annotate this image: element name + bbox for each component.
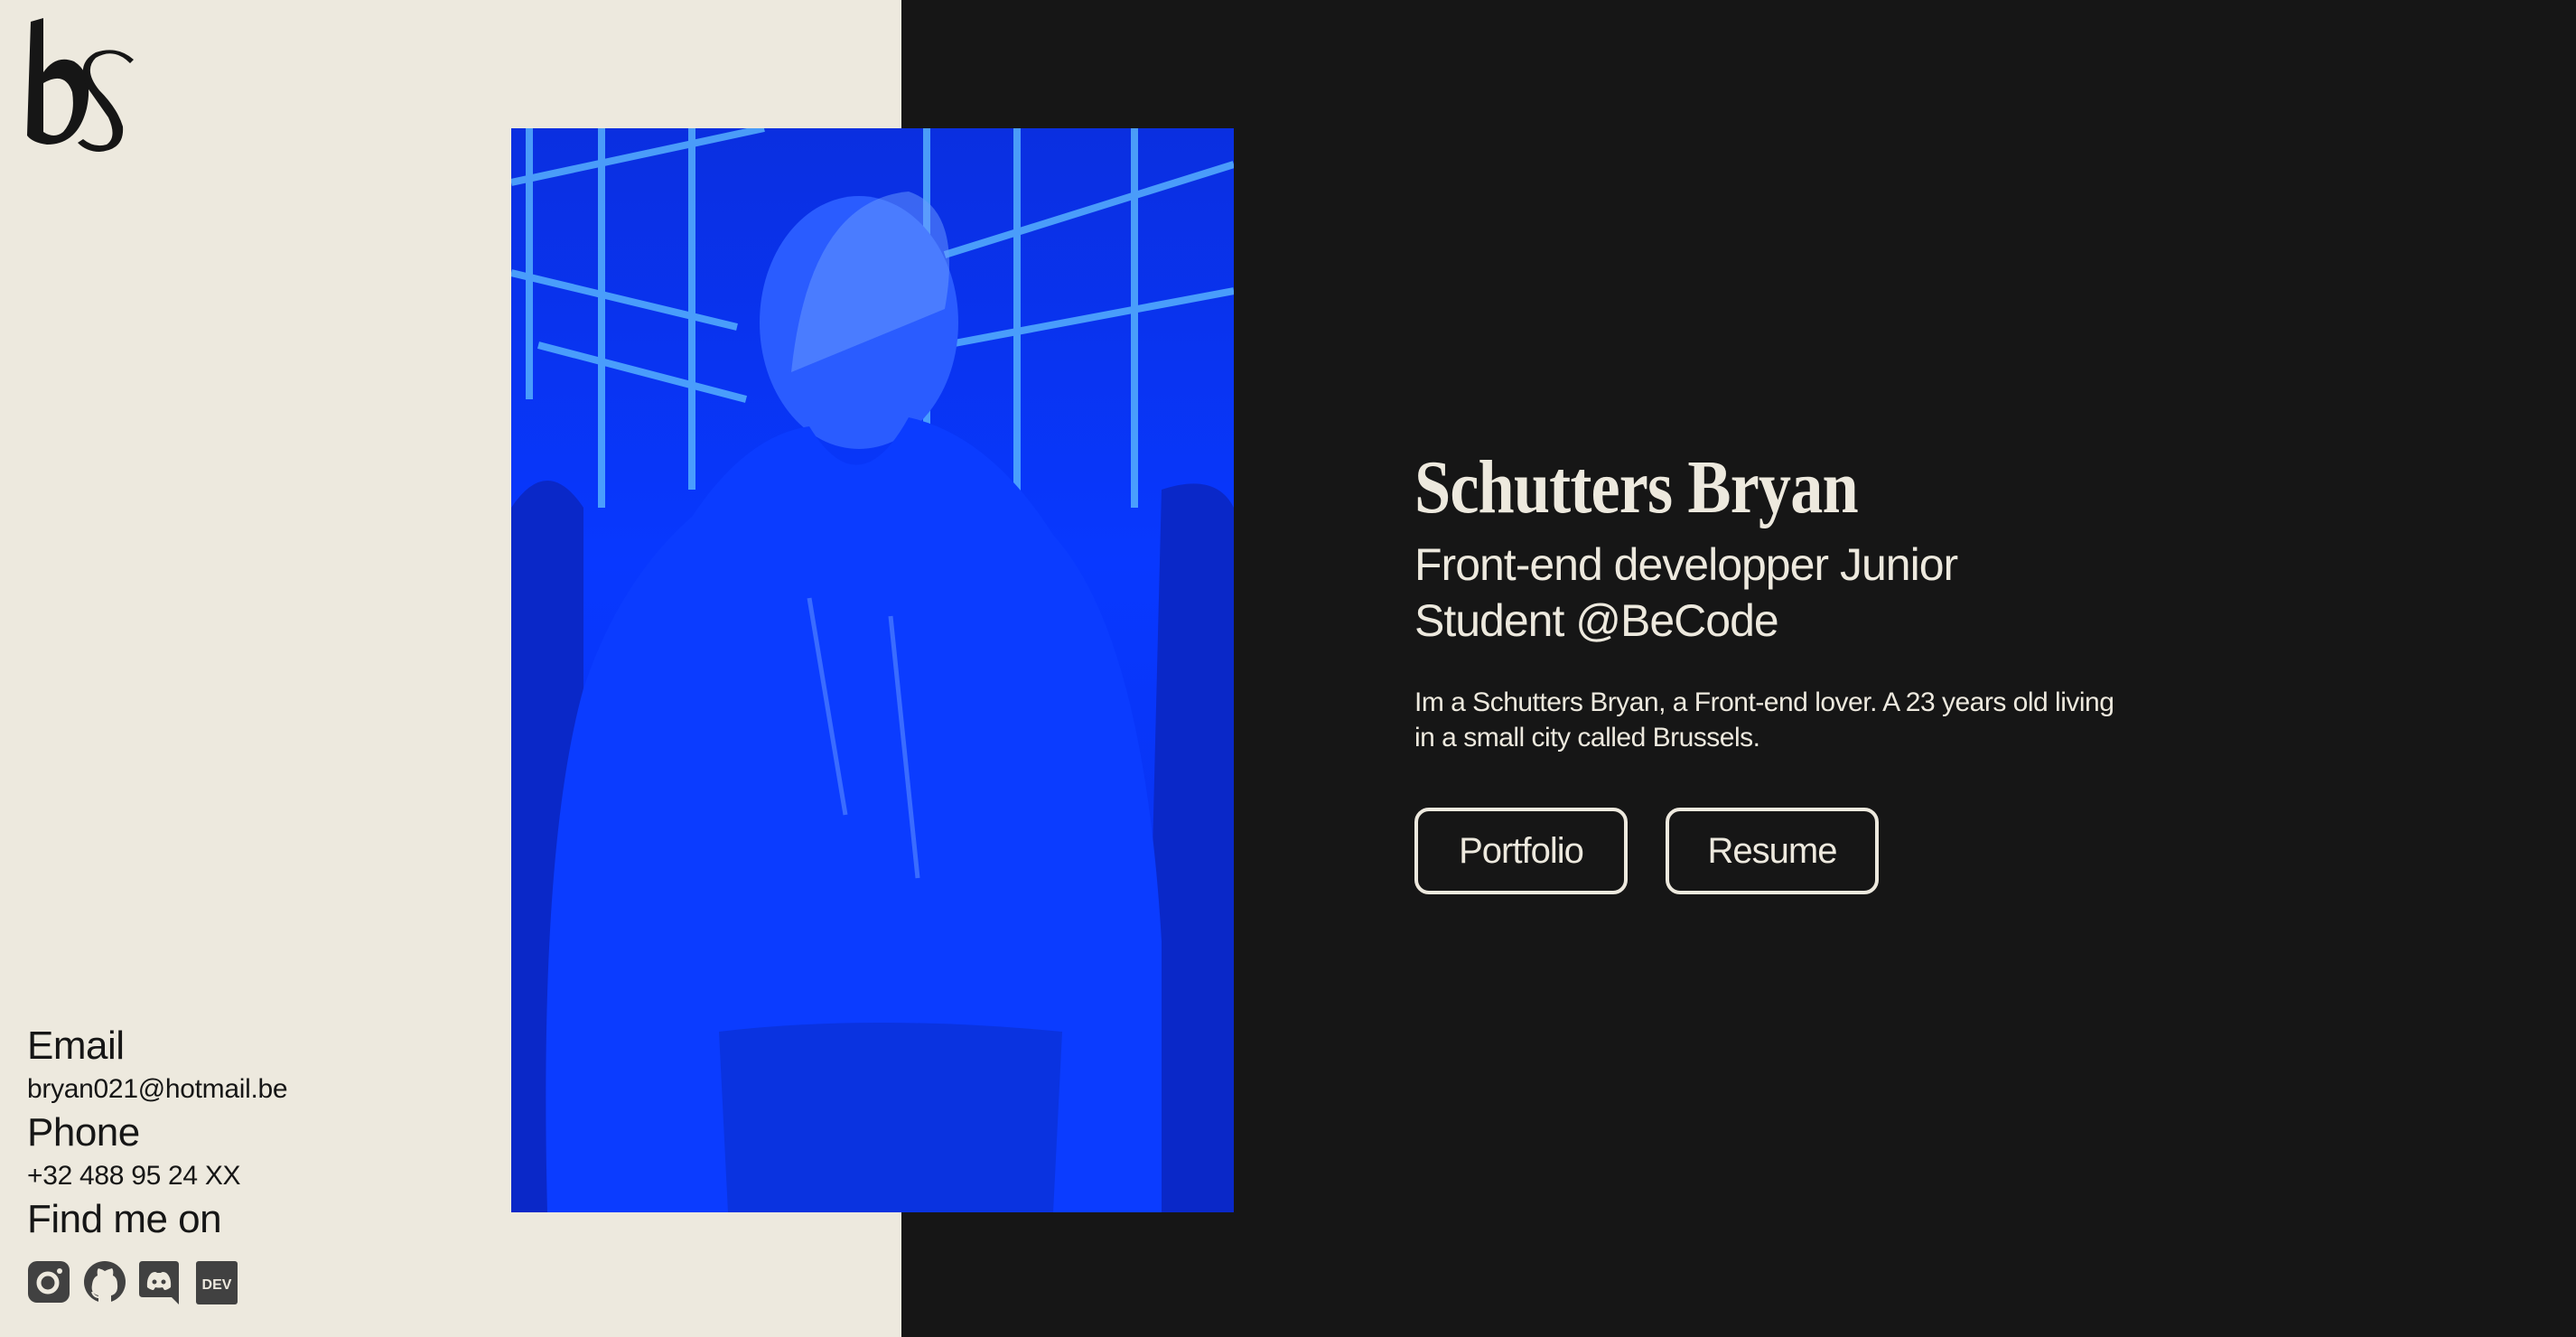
github-icon[interactable] bbox=[83, 1258, 126, 1304]
hero-subtitle-1: Front-end developper Junior bbox=[1414, 539, 1958, 590]
email-label: Email bbox=[27, 1024, 125, 1068]
resume-button[interactable]: Resume bbox=[1666, 808, 1879, 894]
phone-label: Phone bbox=[27, 1110, 140, 1155]
discord-icon[interactable] bbox=[139, 1258, 182, 1304]
svg-text:DEV: DEV bbox=[202, 1277, 232, 1293]
instagram-icon[interactable] bbox=[27, 1258, 70, 1304]
hero-subtitle-2: Student @BeCode bbox=[1414, 595, 1779, 646]
dev-icon[interactable]: DEV bbox=[195, 1258, 238, 1304]
hero-name: Schutters Bryan bbox=[1414, 445, 1859, 529]
contact-section: Email bryan021@hotmail.be Phone +32 488 … bbox=[27, 1023, 288, 1304]
social-label: Find me on bbox=[27, 1197, 222, 1241]
logo[interactable] bbox=[23, 18, 141, 152]
email-value[interactable]: bryan021@hotmail.be bbox=[27, 1070, 288, 1109]
hero-bio: Im a Schutters Bryan, a Front-end lover.… bbox=[1414, 687, 2114, 753]
profile-photo bbox=[511, 128, 1234, 1212]
hero-section: Schutters Bryan Front-end developper Jun… bbox=[1414, 443, 2137, 894]
portfolio-button[interactable]: Portfolio bbox=[1414, 808, 1628, 894]
phone-value[interactable]: +32 488 95 24 XX bbox=[27, 1156, 287, 1196]
